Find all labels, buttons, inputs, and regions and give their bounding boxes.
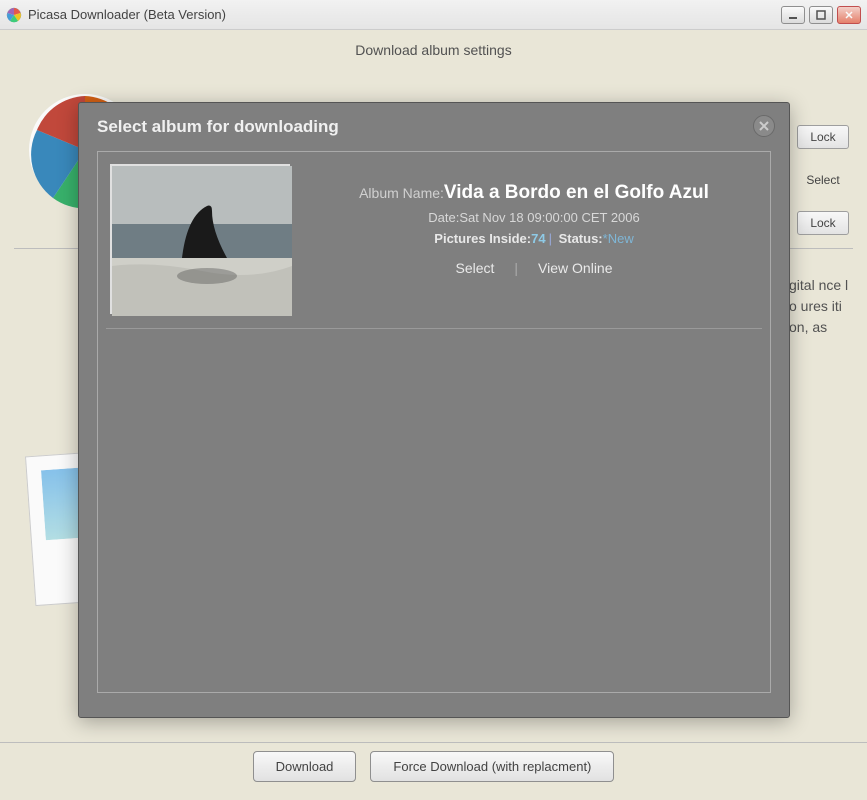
album-view-online-link[interactable]: View Online bbox=[538, 260, 612, 276]
pictures-label: Pictures Inside: bbox=[434, 231, 531, 246]
album-date: Sat Nov 18 09:00:00 CET 2006 bbox=[459, 210, 639, 225]
status-value: *New bbox=[603, 231, 634, 246]
action-divider: | bbox=[514, 260, 518, 276]
album-card: Album Name:Vida a Bordo en el Golfo Azul… bbox=[106, 160, 762, 329]
album-info: Album Name:Vida a Bordo en el Golfo Azul… bbox=[310, 164, 758, 314]
album-select-link[interactable]: Select bbox=[455, 260, 494, 276]
pictures-count: 74 bbox=[531, 231, 545, 246]
album-select-modal: Select album for downloading Album Name:… bbox=[78, 102, 790, 718]
modal-close-button[interactable] bbox=[753, 115, 775, 137]
modal-title: Select album for downloading bbox=[97, 117, 771, 137]
modal-body: Album Name:Vida a Bordo en el Golfo Azul… bbox=[97, 151, 771, 693]
status-label: Status: bbox=[559, 231, 603, 246]
album-thumbnail bbox=[110, 164, 290, 314]
album-name-label: Album Name: bbox=[359, 185, 444, 201]
album-name: Vida a Bordo en el Golfo Azul bbox=[444, 182, 709, 203]
close-icon bbox=[758, 120, 770, 132]
album-date-label: Date: bbox=[428, 210, 459, 225]
